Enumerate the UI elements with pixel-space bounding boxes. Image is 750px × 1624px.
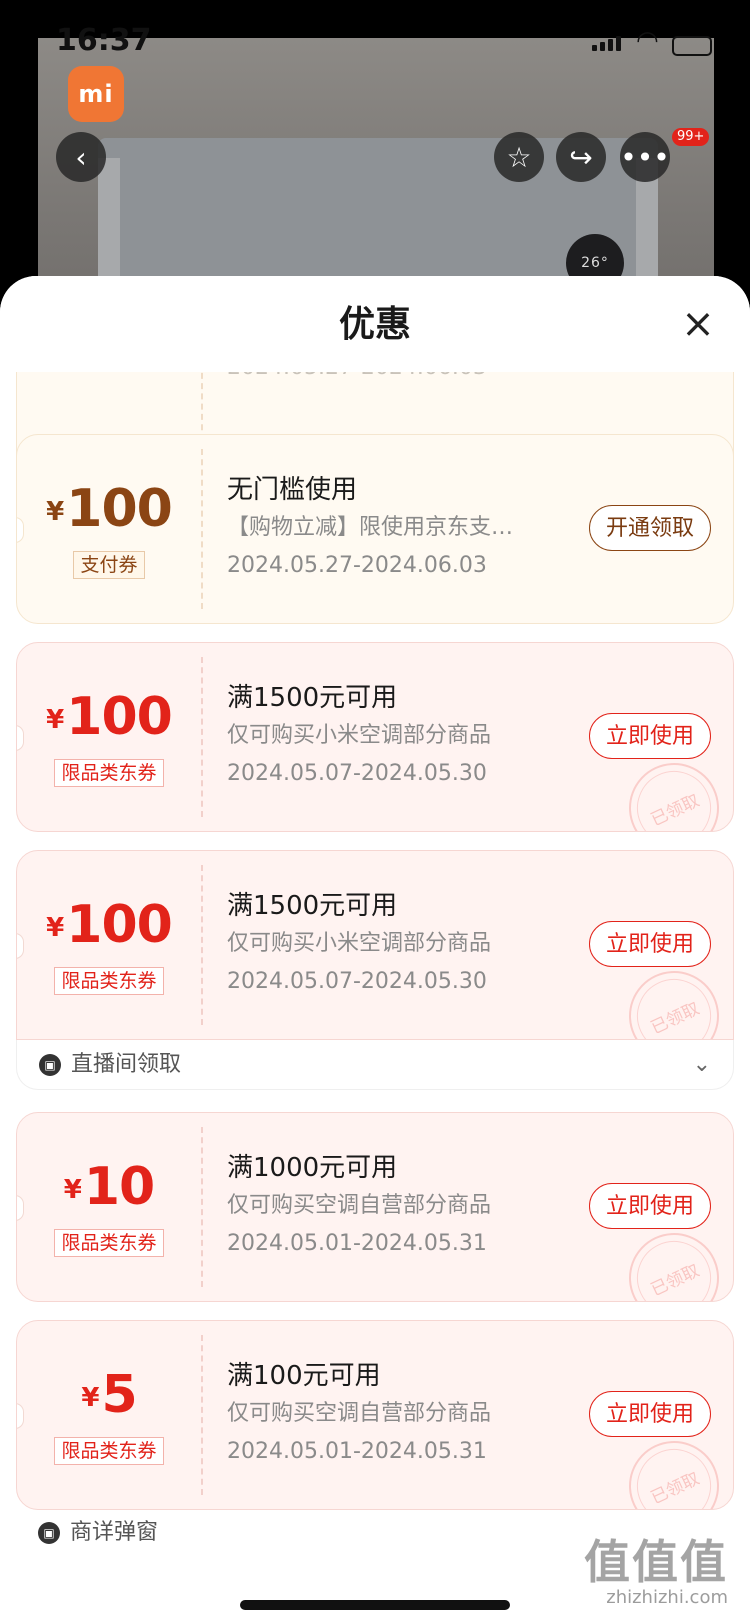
watermark: 值值值 zhizhizhi.com bbox=[584, 1536, 728, 1608]
coupon-info: 满100元可用 仅可购买空调自营部分商品 2024.05.01-2024.05.… bbox=[227, 1357, 557, 1471]
close-button[interactable]: × bbox=[680, 304, 716, 344]
coupon-condition: 满100元可用 bbox=[227, 1361, 381, 1391]
coupon-description: 【购物立减】限使用京东支… bbox=[227, 515, 514, 540]
coupon-amount: ¥100 bbox=[17, 895, 201, 955]
coupon-sheet: 优惠 × 2024.05.27-2024.06.03 ¥100 支付券 bbox=[0, 276, 750, 1624]
use-now-button[interactable]: 立即使用 bbox=[588, 1183, 711, 1229]
coupon-info: 满1500元可用 仅可购买小米空调部分商品 2024.05.07-2024.05… bbox=[227, 679, 557, 793]
coupon-validity: 2024.05.01-2024.05.31 bbox=[227, 1439, 487, 1464]
coupon-list[interactable]: 2024.05.27-2024.06.03 ¥100 支付券 无门槛使用 【购物… bbox=[0, 372, 750, 1624]
coupon-divider bbox=[201, 865, 203, 1025]
share-button[interactable]: ↪ bbox=[556, 132, 606, 182]
claimed-stamp: 已领取 bbox=[614, 748, 733, 831]
chevron-down-icon[interactable]: ⌄ bbox=[693, 1050, 711, 1080]
amount-value: 100 bbox=[66, 687, 173, 747]
favorite-button[interactable]: ☆ bbox=[494, 132, 544, 182]
open-claim-button[interactable]: 开通领取 bbox=[588, 505, 711, 551]
coupon-condition: 无门槛使用 bbox=[227, 475, 358, 505]
screen: 26° 16:37 ◠ mi ‹ ☆ ↪ ••• 99+ 优惠 × ¥100 支… bbox=[0, 0, 750, 1624]
use-now-button[interactable]: 立即使用 bbox=[588, 921, 711, 967]
coupon-source-row[interactable]: ▣ 直播间领取 ⌄ bbox=[16, 1040, 734, 1090]
coupon-info: 满1000元可用 仅可购买空调自营部分商品 2024.05.01-2024.05… bbox=[227, 1149, 557, 1263]
coupon-card: ¥100 支付券 无门槛使用 【购物立减】限使用京东支… 2024.05.27-… bbox=[16, 434, 734, 624]
wifi-icon: ◠ bbox=[636, 26, 659, 56]
coupon-amount: ¥100 bbox=[17, 479, 201, 539]
popup-icon: ▣ bbox=[38, 1522, 60, 1544]
battery-icon bbox=[672, 36, 712, 56]
coupon-info: 无门槛使用 【购物立减】限使用京东支… 2024.05.27-2024.06.0… bbox=[227, 471, 557, 585]
watermark-url: zhizhizhi.com bbox=[606, 1587, 728, 1608]
currency-symbol: ¥ bbox=[46, 497, 65, 527]
coupon-description: 仅可购买空调自营部分商品 bbox=[227, 1193, 492, 1218]
coupon-description: 仅可购买空调自营部分商品 bbox=[227, 1401, 492, 1426]
coupon-tag-wrap: 支付券 bbox=[17, 551, 201, 579]
coupon-validity: 2024.05.07-2024.05.30 bbox=[227, 969, 487, 994]
coupon-divider bbox=[201, 657, 203, 817]
coupon-amount: ¥100 bbox=[17, 687, 201, 747]
status-bar: 16:37 ◠ bbox=[0, 0, 750, 70]
coupon-info: 满1500元可用 仅可购买小米空调部分商品 2024.05.07-2024.05… bbox=[227, 887, 557, 1001]
coupon-divider bbox=[201, 1127, 203, 1287]
signal-icon bbox=[592, 36, 621, 51]
close-icon: × bbox=[681, 301, 715, 347]
coupon-type-tag: 限品类东券 bbox=[54, 1229, 164, 1257]
watermark-logo: 值值值 bbox=[584, 1535, 728, 1589]
home-indicator[interactable] bbox=[240, 1600, 510, 1610]
more-icon: ••• bbox=[620, 140, 670, 174]
coupon-tag-wrap: 限品类东券 bbox=[17, 759, 201, 787]
use-now-button[interactable]: 立即使用 bbox=[588, 713, 711, 759]
coupon-card: ¥10 限品类东券 满1000元可用 仅可购买空调自营部分商品 2024.05.… bbox=[16, 1112, 734, 1302]
coupon-source-label: 商详弹窗 bbox=[70, 1520, 159, 1545]
amount-value: 10 bbox=[83, 1157, 155, 1217]
back-button[interactable]: ‹ bbox=[56, 132, 106, 182]
coupon-description: 仅可购买小米空调部分商品 bbox=[227, 723, 492, 748]
amount-value: 100 bbox=[66, 479, 173, 539]
coupon-source-label: 直播间领取 bbox=[71, 1052, 182, 1077]
coupon-card: ¥100 限品类东券 满1500元可用 仅可购买小米空调部分商品 2024.05… bbox=[16, 642, 734, 832]
status-time: 16:37 bbox=[56, 23, 152, 58]
currency-symbol: ¥ bbox=[81, 1383, 100, 1413]
coupon-validity: 2024.05.27-2024.06.03 bbox=[227, 553, 487, 578]
coupon-validity: 2024.05.07-2024.05.30 bbox=[227, 761, 487, 786]
coupon-type-tag: 限品类东券 bbox=[54, 1437, 164, 1465]
coupon-amount: ¥10 bbox=[17, 1157, 201, 1217]
coupon-validity: 2024.05.01-2024.05.31 bbox=[227, 1231, 487, 1256]
brand-logo: mi bbox=[68, 66, 124, 122]
currency-symbol: ¥ bbox=[46, 705, 65, 735]
claimed-stamp: 已领取 bbox=[614, 1218, 733, 1301]
live-icon: ▣ bbox=[39, 1054, 61, 1076]
coupon-card: ¥5 限品类东券 满100元可用 仅可购买空调自营部分商品 2024.05.01… bbox=[16, 1320, 734, 1510]
coupon-type-tag: 限品类东券 bbox=[54, 967, 164, 995]
coupon-type-tag: 限品类东券 bbox=[54, 759, 164, 787]
coupon-description: 仅可购买小米空调部分商品 bbox=[227, 931, 492, 956]
coupon-divider bbox=[201, 1335, 203, 1495]
claimed-stamp: 已领取 bbox=[614, 956, 733, 1039]
coupon-tag-wrap: 限品类东券 bbox=[17, 1437, 201, 1465]
star-icon: ☆ bbox=[506, 140, 532, 174]
use-now-button[interactable]: 立即使用 bbox=[588, 1391, 711, 1437]
coupon-condition: 满1500元可用 bbox=[227, 891, 398, 921]
chevron-left-icon: ‹ bbox=[75, 140, 87, 174]
currency-symbol: ¥ bbox=[63, 1175, 82, 1205]
coupon-tag-wrap: 限品类东券 bbox=[17, 1229, 201, 1257]
coupon-amount: ¥5 bbox=[17, 1365, 201, 1425]
amount-value: 5 bbox=[101, 1365, 137, 1425]
coupon-card: ¥100 限品类东券 满1500元可用 仅可购买小米空调部分商品 2024.05… bbox=[16, 850, 734, 1040]
coupon-source-row: ▣ 商详弹窗 bbox=[16, 1514, 316, 1554]
currency-symbol: ¥ bbox=[46, 913, 65, 943]
coupon-divider bbox=[201, 449, 203, 609]
coupon-type-tag: 支付券 bbox=[73, 551, 145, 579]
coupon-validity: 2024.05.27-2024.06.03 bbox=[227, 372, 557, 387]
share-icon: ↪ bbox=[569, 140, 593, 174]
sheet-header: 优惠 × bbox=[0, 276, 750, 372]
amount-value: 100 bbox=[66, 895, 173, 955]
claimed-stamp: 已领取 bbox=[614, 1426, 733, 1509]
more-button[interactable]: ••• bbox=[620, 132, 670, 182]
sheet-title: 优惠 bbox=[338, 304, 411, 345]
coupon-condition: 满1500元可用 bbox=[227, 683, 398, 713]
coupon-info: 2024.05.27-2024.06.03 bbox=[227, 372, 557, 387]
coupon-condition: 满1000元可用 bbox=[227, 1153, 398, 1183]
notification-badge: 99+ bbox=[672, 128, 710, 146]
coupon-tag-wrap: 限品类东券 bbox=[17, 967, 201, 995]
